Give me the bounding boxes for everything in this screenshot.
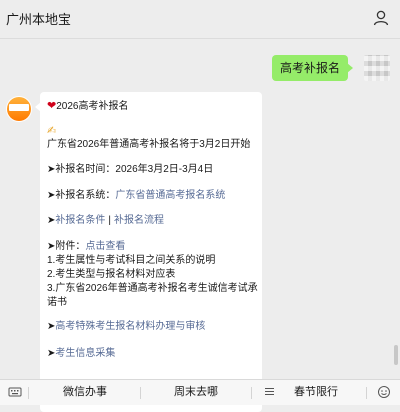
attach-item: 诺书 <box>47 297 67 308</box>
attach-label: ➤附件： <box>47 241 86 252</box>
menu-item-spring-restriction[interactable]: 春节限行 <box>278 380 354 405</box>
time-value: 2026年3月2日-3月4日 <box>115 164 214 175</box>
heart-icon: ❤ <box>47 100 57 112</box>
menu-divider <box>251 387 252 399</box>
system-line: ➤补报名系统：广东省普通高考报名系统 <box>47 190 225 202</box>
special-students-link[interactable]: 高考特殊考生报名材料办理与审核 <box>55 321 205 332</box>
menu-item-weekend[interactable]: 周末去哪 <box>141 380 251 405</box>
menu-divider <box>366 387 367 399</box>
menu-item-wechat-service[interactable]: 微信办事 <box>30 380 140 405</box>
time-label: ➤补报名时间： <box>47 164 116 175</box>
attach-item: 3.广东省2026年普通高考补报名考生诚信考试承 <box>47 283 258 294</box>
bot-heading-line: ❤2026高考补报名 <box>47 100 128 113</box>
process-link[interactable]: 补报名流程 <box>114 215 164 226</box>
attach-line: ➤附件：点击查看 <box>47 241 125 253</box>
user-message-bubble[interactable]: 高考补报名 <box>271 55 354 81</box>
special-line: ➤高考特殊考生报名材料办理与审核 <box>47 321 205 333</box>
link-separator: | <box>108 215 111 226</box>
emoji-icon[interactable] <box>377 385 391 399</box>
menu-list-icon <box>265 388 274 397</box>
conditions-line: ➤补报名条件 | 补报名流程 <box>47 215 164 227</box>
conditions-link[interactable]: 补报名条件 <box>55 215 105 226</box>
attach-item: 2.考生类型与报名材料对应表 <box>47 269 176 280</box>
hand-icon-line: ✍ <box>47 125 56 138</box>
writing-hand-icon: ✍ <box>47 125 57 137</box>
user-avatar[interactable] <box>364 55 390 81</box>
menu-divider <box>28 387 29 399</box>
system-link[interactable]: 广东省普通高考报名系统 <box>115 190 225 201</box>
chat-header: 广州本地宝 <box>0 0 400 39</box>
attach-link[interactable]: 点击查看 <box>85 241 125 252</box>
bottom-menu: 微信办事 周末去哪 春节限行 <box>0 379 400 405</box>
bot-avatar-band <box>9 104 29 111</box>
bot-message-bubble: ❤2026高考补报名 ✍ 广东省2026年普通高考补报名将于3月2日开始 ➤补报… <box>35 92 262 412</box>
keyboard-icon[interactable] <box>8 385 22 399</box>
bot-heading: 2026高考补报名 <box>56 101 129 112</box>
bot-avatar[interactable] <box>6 96 32 122</box>
announce-link[interactable]: 广东省2026年普通高考补报名将于3月2日开始 <box>47 139 250 151</box>
info-collection-link[interactable]: 考生信息采集 <box>55 348 115 359</box>
scrollbar-thumb[interactable] <box>394 345 398 365</box>
chat-title: 广州本地宝 <box>6 12 72 27</box>
user-icon[interactable] <box>372 9 390 27</box>
attach-item: 1.考生属性与考试科目之间关系的说明 <box>47 255 216 266</box>
user-message: 高考补报名 <box>260 55 390 81</box>
collect-line: ➤考生信息采集 <box>47 348 115 360</box>
system-label: ➤补报名系统： <box>47 190 116 201</box>
time-line: ➤补报名时间：2026年3月2日-3月4日 <box>47 164 213 176</box>
